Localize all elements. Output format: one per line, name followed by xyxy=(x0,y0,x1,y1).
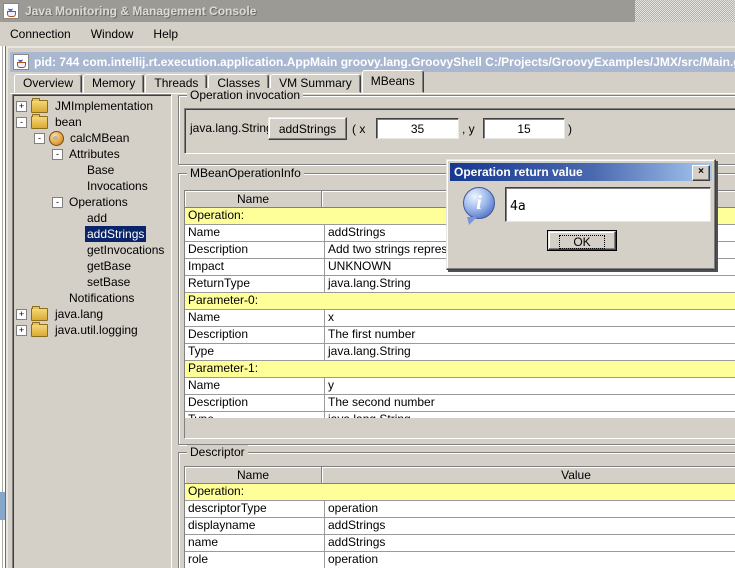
expand-icon[interactable]: + xyxy=(16,101,27,112)
tree-item-invocations[interactable]: Invocations xyxy=(13,178,171,194)
return-value-field[interactable] xyxy=(505,187,711,222)
tab-mbeans[interactable]: MBeans xyxy=(362,70,424,93)
column-header-name[interactable]: Name xyxy=(185,191,322,208)
table-row[interactable]: ReturnTypejava.lang.String xyxy=(185,276,735,293)
table-row[interactable]: DescriptionThe first number xyxy=(185,327,735,344)
args-close-paren: ) xyxy=(568,122,572,136)
collapse-icon[interactable]: - xyxy=(34,133,45,144)
mbean-icon xyxy=(49,131,64,146)
tree-item-jmimplementation[interactable]: + JMImplementation xyxy=(13,98,171,114)
tree-item-notifications[interactable]: Notifications xyxy=(13,290,171,306)
tabbar: Overview Memory Threads Classes VM Summa… xyxy=(10,72,735,93)
return-type-label: java.lang.String xyxy=(190,121,273,135)
titlebar-dither xyxy=(635,0,735,22)
table-row[interactable]: DescriptionThe second number xyxy=(185,395,735,412)
tree-item-setbase[interactable]: setBase xyxy=(13,274,171,290)
table-row[interactable]: Namey xyxy=(185,378,735,395)
menubar: Connection Window Help xyxy=(0,22,735,47)
table-row[interactable]: Namex xyxy=(185,310,735,327)
table-row[interactable]: Operation: xyxy=(185,484,735,501)
mbean-operation-info-title: MBeanOperationInfo xyxy=(187,166,304,180)
frame-titlebar: pid: 744 com.intellij.rt.execution.appli… xyxy=(10,52,735,72)
table-row[interactable]: Parameter-1: xyxy=(185,361,735,378)
jconsole-window: Java Monitoring & Management Console Con… xyxy=(0,0,735,568)
addstrings-invoke-button[interactable]: addStrings xyxy=(268,117,347,140)
column-header-name[interactable]: Name xyxy=(185,467,322,484)
param-x-input[interactable] xyxy=(376,118,459,139)
menu-connection[interactable]: Connection xyxy=(0,24,81,44)
table-row[interactable]: roleoperation xyxy=(185,552,735,568)
tree-item-java-lang[interactable]: + java.lang xyxy=(13,306,171,322)
param-y-input[interactable] xyxy=(483,118,565,139)
info-icon: i xyxy=(463,187,495,219)
dialog-title: Operation return value xyxy=(454,165,583,179)
mbean-tree: + JMImplementation - bean - calcMBean - … xyxy=(12,94,172,568)
folder-icon xyxy=(31,308,48,321)
frame-title: pid: 744 com.intellij.rt.execution.appli… xyxy=(34,55,735,69)
ok-button[interactable]: OK xyxy=(548,231,616,250)
tree-item-addstrings[interactable]: addStrings xyxy=(13,226,171,242)
column-header-value[interactable]: Value xyxy=(322,467,735,484)
collapse-icon[interactable]: - xyxy=(52,197,63,208)
dialog-titlebar[interactable]: Operation return value × xyxy=(450,163,712,181)
tree-item-operations[interactable]: - Operations xyxy=(13,194,171,210)
tree-item-getbase[interactable]: getBase xyxy=(13,258,171,274)
table-row[interactable]: descriptorTypeoperation xyxy=(185,501,735,518)
background-window-fragment xyxy=(0,492,5,520)
folder-icon xyxy=(31,116,48,129)
tab-overview[interactable]: Overview xyxy=(14,74,82,93)
tree-item-attributes[interactable]: - Attributes xyxy=(13,146,171,162)
expand-icon[interactable]: + xyxy=(16,309,27,320)
args-open-paren: ( x xyxy=(352,122,365,136)
tree-item-getinvocations[interactable]: getInvocations xyxy=(13,242,171,258)
expand-icon[interactable]: + xyxy=(16,325,27,336)
info-icon-tail xyxy=(467,217,477,225)
descriptor-table: Name Value Operation: descriptorTypeoper… xyxy=(184,466,735,568)
window-titlebar: Java Monitoring & Management Console xyxy=(0,0,735,22)
java-cup-icon xyxy=(3,3,19,19)
table-row[interactable]: Typejava.lang.String xyxy=(185,344,735,361)
tree-item-bean[interactable]: - bean xyxy=(13,114,171,130)
close-icon[interactable]: × xyxy=(692,165,710,181)
ok-button-label: OK xyxy=(559,235,605,249)
table-row[interactable]: nameaddStrings xyxy=(185,535,735,552)
operation-invocation-title: Operation invocation xyxy=(187,88,303,102)
tree-item-java-util-logging[interactable]: + java.util.logging xyxy=(13,322,171,338)
menu-window[interactable]: Window xyxy=(81,24,144,44)
menu-help[interactable]: Help xyxy=(143,24,188,44)
args-separator: , y xyxy=(462,122,475,136)
operation-return-value-dialog: Operation return value × i OK xyxy=(446,159,716,270)
table-filler xyxy=(185,418,735,438)
table-row[interactable]: Parameter-0: xyxy=(185,293,735,310)
descriptor-title: Descriptor xyxy=(187,445,248,459)
collapse-icon[interactable]: - xyxy=(16,117,27,128)
java-cup-icon xyxy=(13,54,29,70)
table-row[interactable]: displaynameaddStrings xyxy=(185,518,735,535)
folder-icon xyxy=(31,324,48,337)
tree-item-calcmbean[interactable]: - calcMBean xyxy=(13,130,171,146)
window-title: Java Monitoring & Management Console xyxy=(25,4,256,18)
table-header: Name Value xyxy=(185,467,735,484)
tree-item-add[interactable]: add xyxy=(13,210,171,226)
tab-memory[interactable]: Memory xyxy=(83,74,144,93)
tree-item-base[interactable]: Base xyxy=(13,162,171,178)
collapse-icon[interactable]: - xyxy=(52,149,63,160)
folder-icon xyxy=(31,100,48,113)
